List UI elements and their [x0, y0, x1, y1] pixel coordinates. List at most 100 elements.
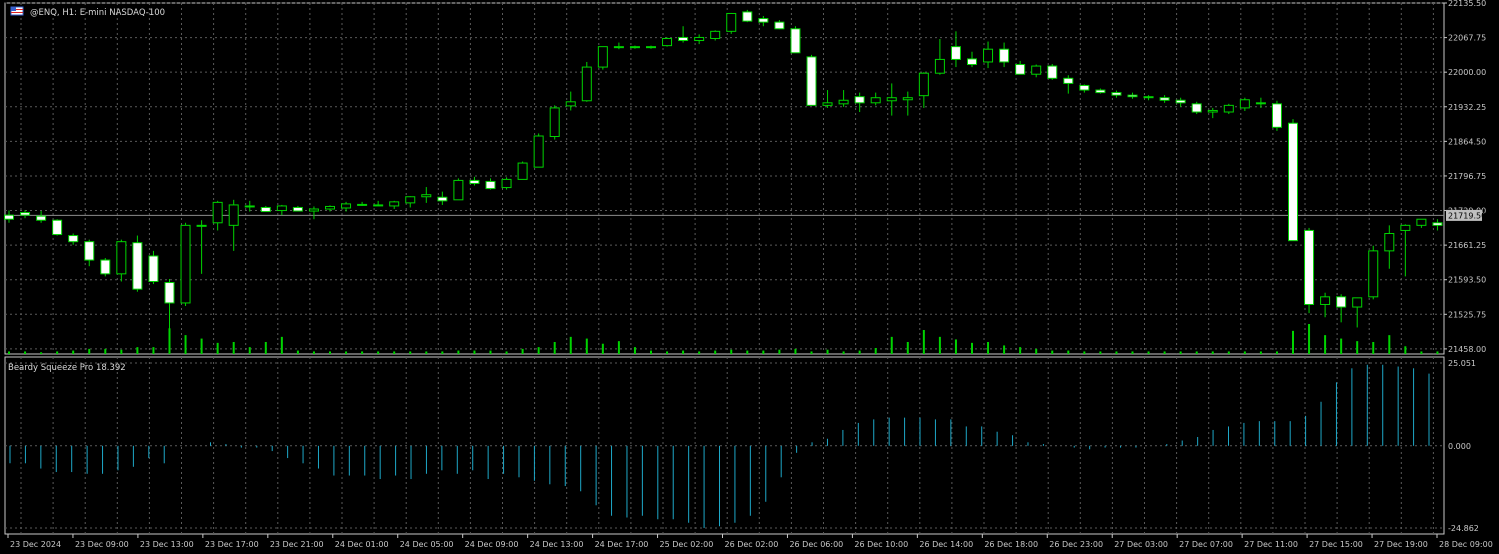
candle-body[interactable]	[886, 97, 897, 102]
candle-body[interactable]	[902, 97, 913, 101]
candle-body[interactable]	[1288, 122, 1298, 242]
candle-body[interactable]	[1063, 77, 1074, 84]
candle-body[interactable]	[1143, 96, 1154, 99]
time-tick-label: 26 Dec 14:00	[919, 540, 973, 549]
candle-body[interactable]	[485, 180, 496, 190]
candle-body[interactable]	[758, 18, 769, 23]
candle-body[interactable]	[20, 212, 31, 216]
candle-body[interactable]	[244, 205, 255, 208]
candle-body[interactable]	[517, 162, 528, 180]
candle-body[interactable]	[1304, 229, 1315, 305]
candle-body[interactable]	[1368, 250, 1379, 298]
candle-body[interactable]	[36, 215, 47, 221]
time-tick-label: 24 Dec 17:00	[595, 540, 649, 549]
symbol-title: @ENQ, H1: E-mini NASDAQ-100	[10, 6, 165, 18]
candle-body[interactable]	[325, 205, 335, 210]
candle-body[interactable]	[148, 255, 159, 283]
candle-body[interactable]	[1079, 84, 1090, 91]
candle-body[interactable]	[806, 56, 817, 106]
candle-body[interactable]	[1047, 65, 1058, 79]
candle-body[interactable]	[549, 107, 560, 138]
candle-body[interactable]	[341, 203, 352, 209]
candle-body[interactable]	[967, 58, 977, 66]
candle-body[interactable]	[1255, 102, 1266, 105]
candle-body[interactable]	[1223, 104, 1234, 113]
candle-body[interactable]	[276, 205, 287, 212]
candle-body[interactable]	[726, 12, 737, 32]
candle-body[interactable]	[357, 203, 368, 206]
candle-body[interactable]	[1031, 65, 1042, 75]
candle-body[interactable]	[1111, 92, 1122, 96]
candle-body[interactable]	[1271, 103, 1282, 128]
candle-body[interactable]	[1127, 94, 1138, 98]
candle-body[interactable]	[1191, 103, 1202, 113]
candle-body[interactable]	[854, 96, 865, 104]
candle-body[interactable]	[1175, 99, 1186, 104]
candle-body[interactable]	[501, 178, 512, 189]
time-tick-label: 23 Dec 21:00	[270, 540, 324, 549]
candle-body[interactable]	[116, 241, 127, 275]
candle-body[interactable]	[870, 97, 881, 104]
candle-body[interactable]	[662, 37, 673, 47]
candle-body[interactable]	[164, 282, 175, 304]
candle-body[interactable]	[52, 219, 63, 236]
candle-body[interactable]	[68, 235, 79, 243]
candle-body[interactable]	[742, 11, 753, 22]
candle-body[interactable]	[533, 135, 544, 168]
candle-body[interactable]	[597, 46, 608, 68]
candle-body[interactable]	[469, 179, 480, 184]
candle-body[interactable]	[838, 99, 849, 105]
indicator-title: Beardy Squeeze Pro 18.392	[8, 363, 126, 373]
candle-body[interactable]	[694, 36, 705, 42]
candle-body[interactable]	[180, 224, 191, 304]
candle-body[interactable]	[1352, 297, 1363, 308]
candle-body[interactable]	[1400, 224, 1411, 231]
trading-chart[interactable]: 22135.50 22067.75 22000.00 21932.25 21864.50…	[0, 0, 1499, 554]
candle-body[interactable]	[646, 46, 656, 49]
candle-body[interactable]	[196, 224, 207, 227]
candle-body[interactable]	[453, 179, 464, 201]
candle-body[interactable]	[84, 241, 95, 261]
candle-body[interactable]	[950, 46, 961, 60]
candle-body[interactable]	[1207, 109, 1218, 113]
candle-body[interactable]	[132, 242, 143, 290]
candle-body[interactable]	[1095, 89, 1106, 94]
candle-body[interactable]	[790, 28, 801, 54]
candle-body[interactable]	[389, 201, 400, 207]
candle-body[interactable]	[918, 72, 929, 97]
candle-body[interactable]	[1239, 99, 1250, 109]
candle-body[interactable]	[405, 196, 416, 204]
time-tick-label: 24 Dec 05:00	[400, 540, 454, 549]
candle-body[interactable]	[1320, 296, 1331, 305]
candle-body[interactable]	[613, 46, 624, 49]
candle-body[interactable]	[983, 48, 994, 63]
candle-body[interactable]	[437, 196, 448, 202]
candle-body[interactable]	[100, 259, 111, 275]
candle-body[interactable]	[1336, 296, 1347, 308]
candle-body[interactable]	[1015, 64, 1026, 75]
candle-body[interactable]	[1159, 97, 1170, 101]
candle-body[interactable]	[421, 194, 432, 198]
candle-body[interactable]	[629, 46, 640, 49]
candle-body[interactable]	[710, 30, 721, 39]
candle-body[interactable]	[581, 66, 592, 102]
candle-body[interactable]	[822, 102, 833, 106]
candle-body[interactable]	[4, 214, 14, 220]
candle-body[interactable]	[565, 101, 576, 107]
time-tick-label: 28 Dec 09:00	[1439, 540, 1493, 549]
candle-body[interactable]	[260, 206, 271, 213]
candle-body[interactable]	[308, 208, 319, 212]
candle-body[interactable]	[934, 58, 945, 74]
candle-body[interactable]	[678, 36, 689, 42]
candle-body[interactable]	[1416, 218, 1427, 226]
candle-body[interactable]	[292, 206, 303, 212]
candle-body[interactable]	[774, 21, 785, 30]
time-tick-label: 27 Dec 03:00	[1114, 540, 1168, 549]
candle-body[interactable]	[1384, 233, 1395, 252]
candle-body[interactable]	[1432, 222, 1443, 226]
candle-body[interactable]	[212, 201, 223, 224]
candle-body[interactable]	[999, 48, 1010, 63]
indicator-tick-label: -24.862	[1448, 524, 1479, 533]
candle-body[interactable]	[373, 204, 384, 207]
candle-body[interactable]	[228, 204, 239, 226]
